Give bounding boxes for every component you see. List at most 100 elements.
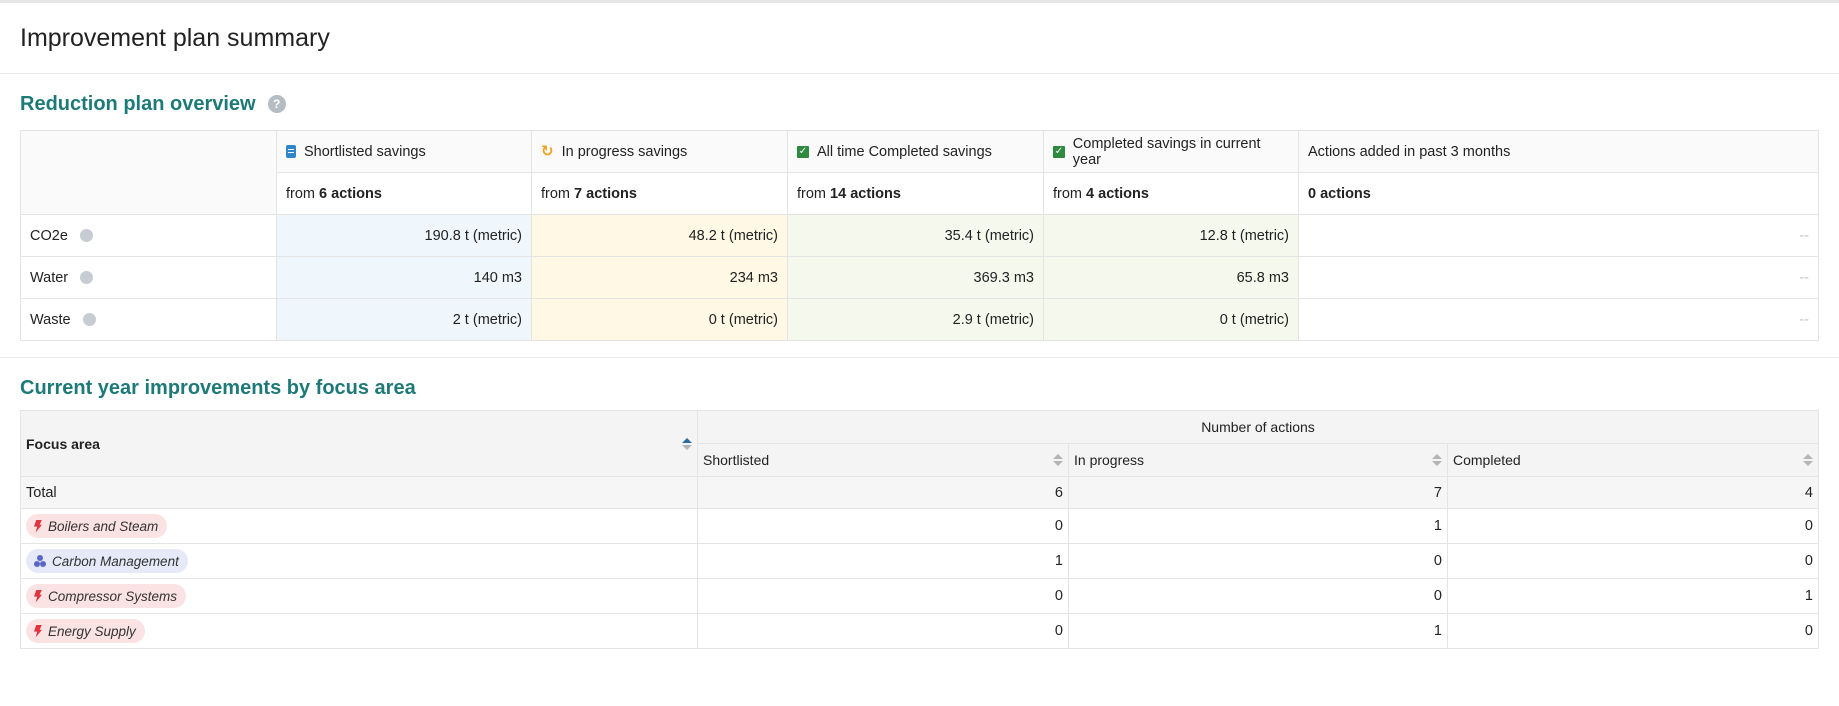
completed-count: 1 [1447,578,1819,614]
info-icon[interactable] [80,271,94,285]
shortlisted-count: 0 [697,578,1069,614]
from-all-time-completed: from 14 actions [787,172,1044,215]
from-completed-current-year: from 4 actions [1043,172,1299,215]
from-count[interactable]: 7 actions [574,186,637,202]
col-in-progress-savings: ↻ In progress savings [531,130,788,173]
col-label: Completed savings in current year [1072,135,1261,168]
total-in-progress: 7 [1068,476,1448,509]
completed-count: 0 [1447,543,1819,579]
value-cell: 0 t (metric) [531,298,788,341]
from-count[interactable]: 4 actions [1086,186,1149,202]
from-prefix: from [541,185,570,202]
from-count[interactable]: 6 actions [319,186,382,202]
total-shortlisted: 6 [697,476,1069,509]
check-icon: ✓ [1053,145,1065,158]
shortlisted-count: 0 [697,613,1069,649]
sort-icon[interactable] [1432,454,1442,466]
overview-row-co2e: CO2e 190.8 t (metric) 48.2 t (metric) 35… [20,214,1819,257]
value-cell: 140 m3 [276,256,532,299]
in-progress-count: 0 [1068,578,1448,614]
focus-cell: Carbon Management [20,543,698,579]
col-label: Shortlisted savings [304,143,426,160]
help-icon[interactable]: ? [267,95,286,113]
sort-icon[interactable] [1053,454,1063,466]
focus-tag-label: Carbon Management [52,553,179,569]
value-cell: 12.8 t (metric) [1043,214,1299,257]
overview-corner [20,130,277,215]
info-icon[interactable] [82,313,96,327]
section-title: Reduction plan overview ? [20,92,1819,116]
from-count[interactable]: 14 actions [830,186,901,202]
in-progress-count: 1 [1068,613,1448,649]
row-label: CO2e [30,227,68,244]
col-completed[interactable]: Completed [1447,443,1819,477]
molecule-icon [34,555,46,567]
col-label: All time Completed savings [817,143,992,160]
col-actions-added: Actions added in past 3 months [1298,130,1819,173]
overview-from-row: from 6 actions from 7 actions from 14 ac… [21,172,1819,215]
overview-header-row: Shortlisted savings ↻ In progress savings… [20,130,1819,215]
in-progress-count: 1 [1068,508,1448,544]
focus-cell: Boilers and Steam [20,508,698,544]
col-label: Shortlisted [703,452,770,468]
check-icon: ✓ [797,145,809,158]
col-completed-current-year: ✓ Completed savings in current year [1043,130,1299,173]
page-title: Improvement plan summary [20,23,330,52]
shortlisted-count: 1 [697,543,1069,579]
value-cell: 2 t (metric) [276,298,532,341]
col-in-progress[interactable]: In progress [1068,443,1448,477]
focus-cell: Energy Supply [20,613,698,649]
overview-row-water: Water 140 m3 234 m3 369.3 m3 65.8 m3 -- [20,256,1819,299]
focus-header-row: Focus area Number of actions [20,410,1819,477]
col-label: In progress savings [561,143,688,160]
row-label-water: Water [20,256,277,299]
focus-tag-compressor-systems[interactable]: Compressor Systems [26,584,187,608]
from-in-progress: from 7 actions [531,172,788,215]
focus-cell: Compressor Systems [20,578,698,614]
value-cell: 48.2 t (metric) [531,214,788,257]
col-all-time-completed: ✓ All time Completed savings [787,130,1044,173]
table-row: Carbon Management 1 0 0 [20,543,1819,579]
value-cell: 369.3 m3 [787,256,1044,299]
reduction-plan-section: Reduction plan overview ? Shortlisted sa… [0,74,1839,341]
row-label: Water [30,269,69,286]
total-completed: 4 [1447,476,1819,509]
value-cell: 2.9 t (metric) [787,298,1044,341]
overview-row-waste: Waste 2 t (metric) 0 t (metric) 2.9 t (m… [20,298,1819,341]
value-cell: 234 m3 [531,256,788,299]
focus-tag-carbon-management[interactable]: Carbon Management [26,549,188,573]
value-cell: -- [1298,298,1819,341]
col-shortlisted-savings: Shortlisted savings [276,130,532,173]
from-count[interactable]: 0 actions [1308,186,1371,202]
table-row: Energy Supply 0 1 0 [20,613,1819,649]
focus-tag-label: Energy Supply [48,623,136,639]
col-focus-area[interactable]: Focus area [20,410,698,477]
reduction-plan-table: Shortlisted savings ↻ In progress savings… [20,130,1819,341]
col-shortlisted[interactable]: Shortlisted [697,443,1069,477]
shortlisted-count: 0 [697,508,1069,544]
focus-tag-label: Boilers and Steam [48,518,159,534]
info-icon[interactable] [79,229,93,243]
improvement-plan-page: Improvement plan summary Reduction plan … [0,0,1839,706]
sort-icon[interactable] [1803,454,1813,466]
from-shortlisted: from 6 actions [276,172,532,215]
row-label: Waste [30,311,71,328]
value-cell: 0 t (metric) [1043,298,1299,341]
value-cell: 65.8 m3 [1043,256,1299,299]
sort-icon[interactable] [682,437,692,450]
from-prefix: from [1053,185,1082,202]
row-label-waste: Waste [20,298,277,341]
refresh-icon: ↻ [541,143,554,160]
focus-tag-energy-supply[interactable]: Energy Supply [26,619,145,643]
focus-area-section: Current year improvements by focus area … [0,358,1839,649]
clipboard-icon [286,145,296,158]
col-label: In progress [1074,452,1145,468]
reduction-plan-title: Reduction plan overview [20,92,256,115]
lightning-icon [34,519,42,533]
col-number-of-actions: Number of actions [697,410,1819,444]
lightning-icon [34,624,42,638]
value-cell: -- [1298,256,1819,299]
col-label: Focus area [26,435,100,452]
focus-tag-boilers-and-steam[interactable]: Boilers and Steam [26,514,168,538]
total-label: Total [20,476,698,509]
